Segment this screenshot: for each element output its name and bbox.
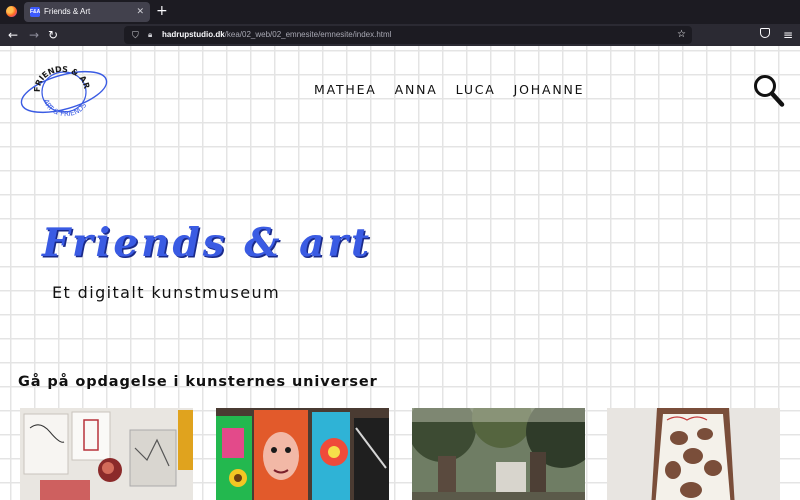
web-page: FRIENDS & ART ART & FRIENDS MATHEA ANNA … xyxy=(0,46,800,500)
section-title: Gå på opdagelse i kunsternes universer xyxy=(18,374,378,390)
star-icon[interactable]: ☆ xyxy=(677,26,686,44)
artist-card-2[interactable] xyxy=(216,408,389,500)
url-text: hadrupstudio.dk/kea/02_web/02_emnesite/e… xyxy=(162,26,391,44)
site-nav: MATHEA ANNA LUCA JOHANNE xyxy=(314,82,584,97)
url-path: /kea/02_web/02_emnesite/emnesite/index.h… xyxy=(224,30,392,39)
nav-link-anna[interactable]: ANNA xyxy=(395,82,438,97)
hero-title: Friends & art xyxy=(42,220,372,266)
arrow-right-icon[interactable]: → xyxy=(29,27,39,43)
lock-icon[interactable]: 🔒︎ xyxy=(148,26,152,44)
close-icon[interactable]: ✕ xyxy=(136,6,144,17)
artwork-crochet-garment xyxy=(607,408,780,500)
artwork-colorful-paintings xyxy=(216,408,389,500)
artist-card-1[interactable] xyxy=(20,408,193,500)
artwork-outdoor-trees xyxy=(412,408,585,500)
pocket-icon[interactable] xyxy=(760,28,770,38)
browser-tab[interactable]: F&A Friends & Art ✕ xyxy=(24,2,150,22)
nav-link-mathea[interactable]: MATHEA xyxy=(314,82,377,97)
artwork-wall-collage xyxy=(20,408,193,500)
url-host: hadrupstudio.dk xyxy=(162,30,225,39)
site-logo[interactable]: FRIENDS & ART ART & FRIENDS xyxy=(14,64,114,118)
magnifier-icon[interactable] xyxy=(753,74,785,108)
browser-nav-bar: ← → ↻ ⛉ 🔒︎ hadrupstudio.dk/kea/02_web/02… xyxy=(0,24,800,46)
logo-bottom-text: ART & FRIENDS xyxy=(42,98,89,118)
reload-icon[interactable]: ↻ xyxy=(48,27,58,43)
plus-icon[interactable]: + xyxy=(156,3,168,19)
artist-card-4[interactable] xyxy=(607,408,780,500)
browser-tab-bar: F&A Friends & Art ✕ + xyxy=(0,0,800,24)
firefox-icon[interactable] xyxy=(6,6,17,17)
nav-link-johanne[interactable]: JOHANNE xyxy=(514,82,585,97)
shield-icon[interactable]: ⛉ xyxy=(132,26,139,44)
nav-link-luca[interactable]: LUCA xyxy=(456,82,496,97)
arrow-left-icon[interactable]: ← xyxy=(8,27,18,43)
extensions-icon[interactable]: ≡ xyxy=(783,27,793,43)
tab-title: Friends & Art xyxy=(44,7,91,16)
hero-subtitle: Et digitalt kunstmuseum xyxy=(52,283,281,302)
url-bar[interactable]: ⛉ 🔒︎ hadrupstudio.dk/kea/02_web/02_emnes… xyxy=(124,26,692,44)
artist-card-3[interactable] xyxy=(412,408,585,500)
favicon-icon: F&A xyxy=(30,7,41,17)
